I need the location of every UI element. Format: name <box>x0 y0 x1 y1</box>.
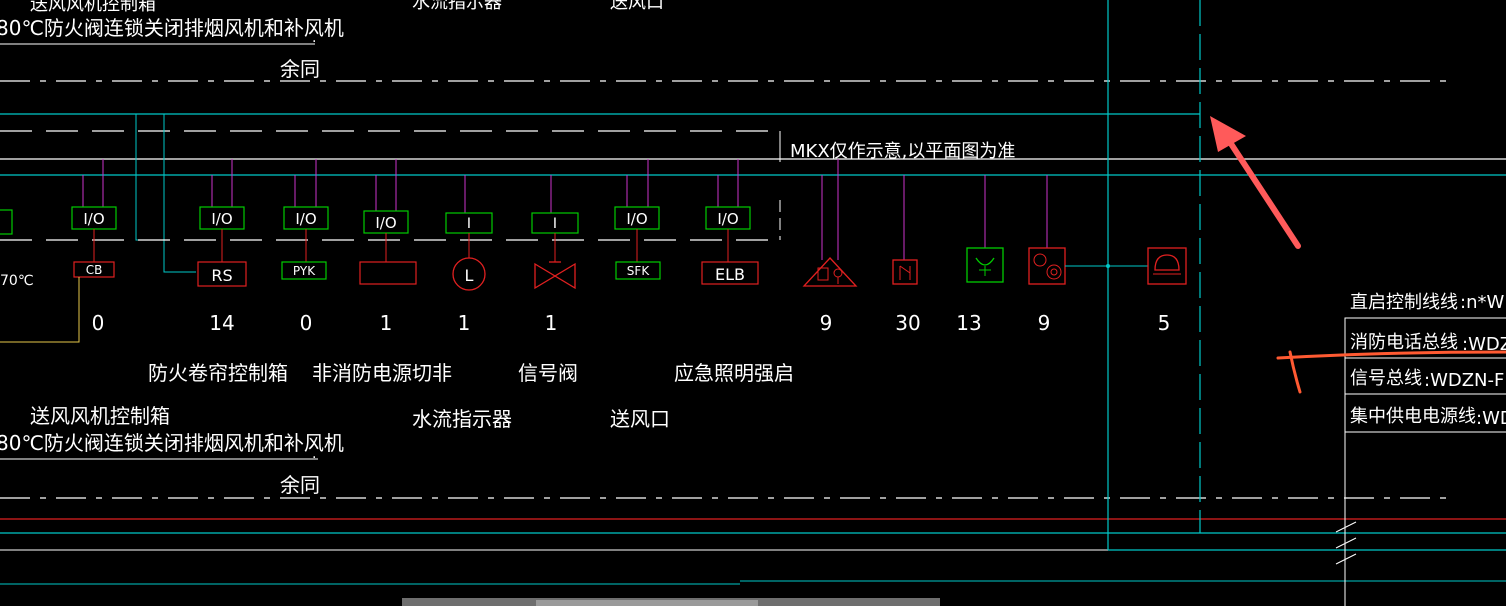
caption-air-outlet: 送风口 <box>610 407 670 431</box>
io-label: I/O <box>626 210 647 228</box>
caption-dot: . <box>312 446 316 462</box>
count-label: 1 <box>458 311 471 335</box>
io-label: I <box>553 216 557 232</box>
top-fan-box-text: 送风风机控制箱 <box>30 0 156 15</box>
manual-button-icon <box>892 259 918 285</box>
fire-phone-icon <box>1147 247 1187 285</box>
count-label: 5 <box>1158 311 1171 335</box>
module-8: I/O ELB <box>701 159 759 285</box>
legend-value: :n*W <box>1460 292 1504 313</box>
red-arrow-annotation <box>1210 116 1301 249</box>
module-7: I/O SFK <box>614 159 661 280</box>
partial-left-label: 70℃ <box>0 273 34 289</box>
module-2: I/O RS 14 <box>197 159 247 335</box>
heat-detector-device: 9 <box>1028 175 1148 335</box>
caption-non-fire-power: 非消防电源切非 <box>312 361 452 385</box>
caption-remainder: 余同 <box>280 473 320 497</box>
alarm-device: 9 <box>802 159 858 335</box>
count-label: 1 <box>380 311 393 335</box>
caption-damper-text: 80℃防火阀连锁关闭排烟风机和补风机 <box>0 431 344 455</box>
count-label: 1 <box>545 311 558 335</box>
cad-drawing-canvas: 送风风机控制箱 80℃防火阀连锁关闭排烟风机和补风机 . 水流指示器 送风口 余… <box>0 0 1506 606</box>
scrollbar-thumb[interactable] <box>536 600 758 606</box>
smoke-detector-device: 13 <box>956 175 1004 335</box>
caption-signal-valve: 信号阀 <box>518 361 578 385</box>
io-label: I/O <box>83 210 104 228</box>
break-marks <box>1335 521 1357 565</box>
legend-row-signal-bus: 信号总线 <box>1350 368 1422 389</box>
module-3: I/O PYK 0 <box>281 159 329 335</box>
cyan-feeder-a <box>135 114 164 241</box>
device-label: PYK <box>293 264 316 278</box>
legend-row-power-line: 集中供电电源线 <box>1350 406 1476 427</box>
heat-detector-icon <box>1028 247 1066 285</box>
partial-module-box <box>0 209 13 235</box>
caption-shutter-box: 防火卷帘控制箱 <box>148 361 288 385</box>
manual-button-device: 30 <box>892 175 921 335</box>
note-text: MKX仅作示意,以平面图为准 <box>790 141 1015 162</box>
signal-valve-icon <box>534 261 576 290</box>
count-label: 0 <box>92 311 105 335</box>
device-label: RS <box>211 266 232 285</box>
caption-fan-box: 送风风机控制箱 <box>30 404 170 428</box>
count-label: 14 <box>209 311 234 335</box>
device-label: ELB <box>715 265 745 284</box>
alarm-bell-icon <box>802 257 858 287</box>
top-air-outlet-text: 送风口 <box>610 0 664 13</box>
io-label: I/O <box>717 210 738 228</box>
top-damper-text: 80℃防火阀连锁关闭排烟风机和补风机 <box>0 16 344 40</box>
device-label: SFK <box>627 264 651 278</box>
module-1: I/O CB 0 <box>0 159 117 343</box>
cyan-feeder-b <box>163 114 196 273</box>
count-label: 0 <box>300 311 313 335</box>
device-label: L <box>465 266 474 285</box>
fire-phone-device: 5 <box>1147 247 1187 335</box>
module-5: I L 1 <box>445 175 493 335</box>
io-label: I <box>467 216 471 232</box>
legend-value: :WDZN-F <box>1424 370 1504 391</box>
io-label: I/O <box>211 210 232 228</box>
legend-value: :WD <box>1476 408 1506 429</box>
caption-emergency-lighting: 应急照明强启 <box>674 361 794 385</box>
count-label: 13 <box>956 311 981 335</box>
caption-water-flow: 水流指示器 <box>412 407 512 431</box>
count-label: 9 <box>1038 311 1051 335</box>
blank-device-box <box>359 261 417 285</box>
legend-box: 直启控制线线 :n*W 消防电话总线 :WDZ 信号总线 :WDZN-F 集中供… <box>1344 292 1506 433</box>
legend-row-direct-control: 直启控制线线 <box>1350 292 1458 313</box>
count-label: 9 <box>820 311 833 335</box>
legend-row-fire-phone: 消防电话总线 <box>1350 332 1458 353</box>
top-remainder-text: 余同 <box>280 57 320 81</box>
io-label: I/O <box>295 210 316 228</box>
smoke-detector-icon <box>966 247 1004 283</box>
module-6: I 1 <box>531 175 579 335</box>
module-4: I/O 1 <box>359 159 417 335</box>
device-label: CB <box>86 263 103 277</box>
top-water-flow-text: 水流指示器 <box>412 0 502 13</box>
count-label: 30 <box>895 311 920 335</box>
io-label: I/O <box>375 214 396 232</box>
